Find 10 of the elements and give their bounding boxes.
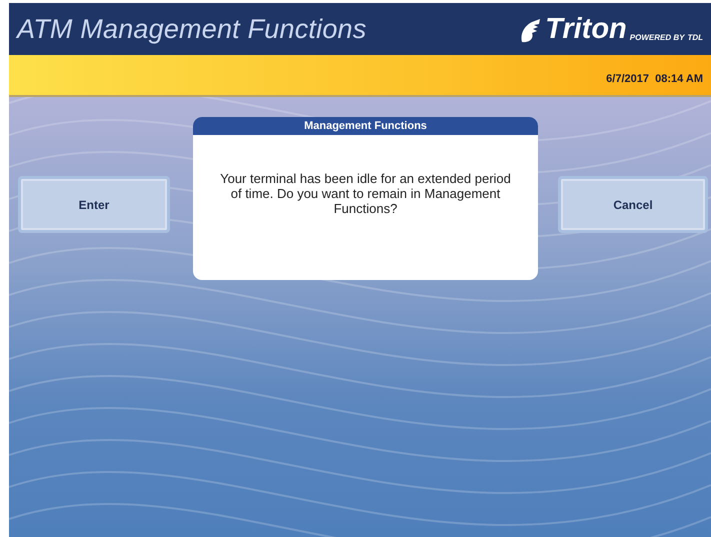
enter-button[interactable]: Enter (18, 176, 170, 233)
brand-logo: Triton (545, 14, 627, 44)
screen-title: ATM Management Functions (17, 14, 366, 44)
logo-tagline: POWERED BY (630, 32, 684, 42)
shell-icon (520, 18, 542, 44)
date-time: 6/7/2017 08:14 AM (606, 73, 703, 85)
logo-sub-brand: TDL (687, 32, 703, 42)
dialog-title: Management Functions (193, 117, 538, 135)
cancel-button[interactable]: Cancel (558, 176, 708, 233)
dialog-message: Your terminal has been idle for an extended period of time. Do you want to remain in Management Functions? (219, 170, 512, 216)
